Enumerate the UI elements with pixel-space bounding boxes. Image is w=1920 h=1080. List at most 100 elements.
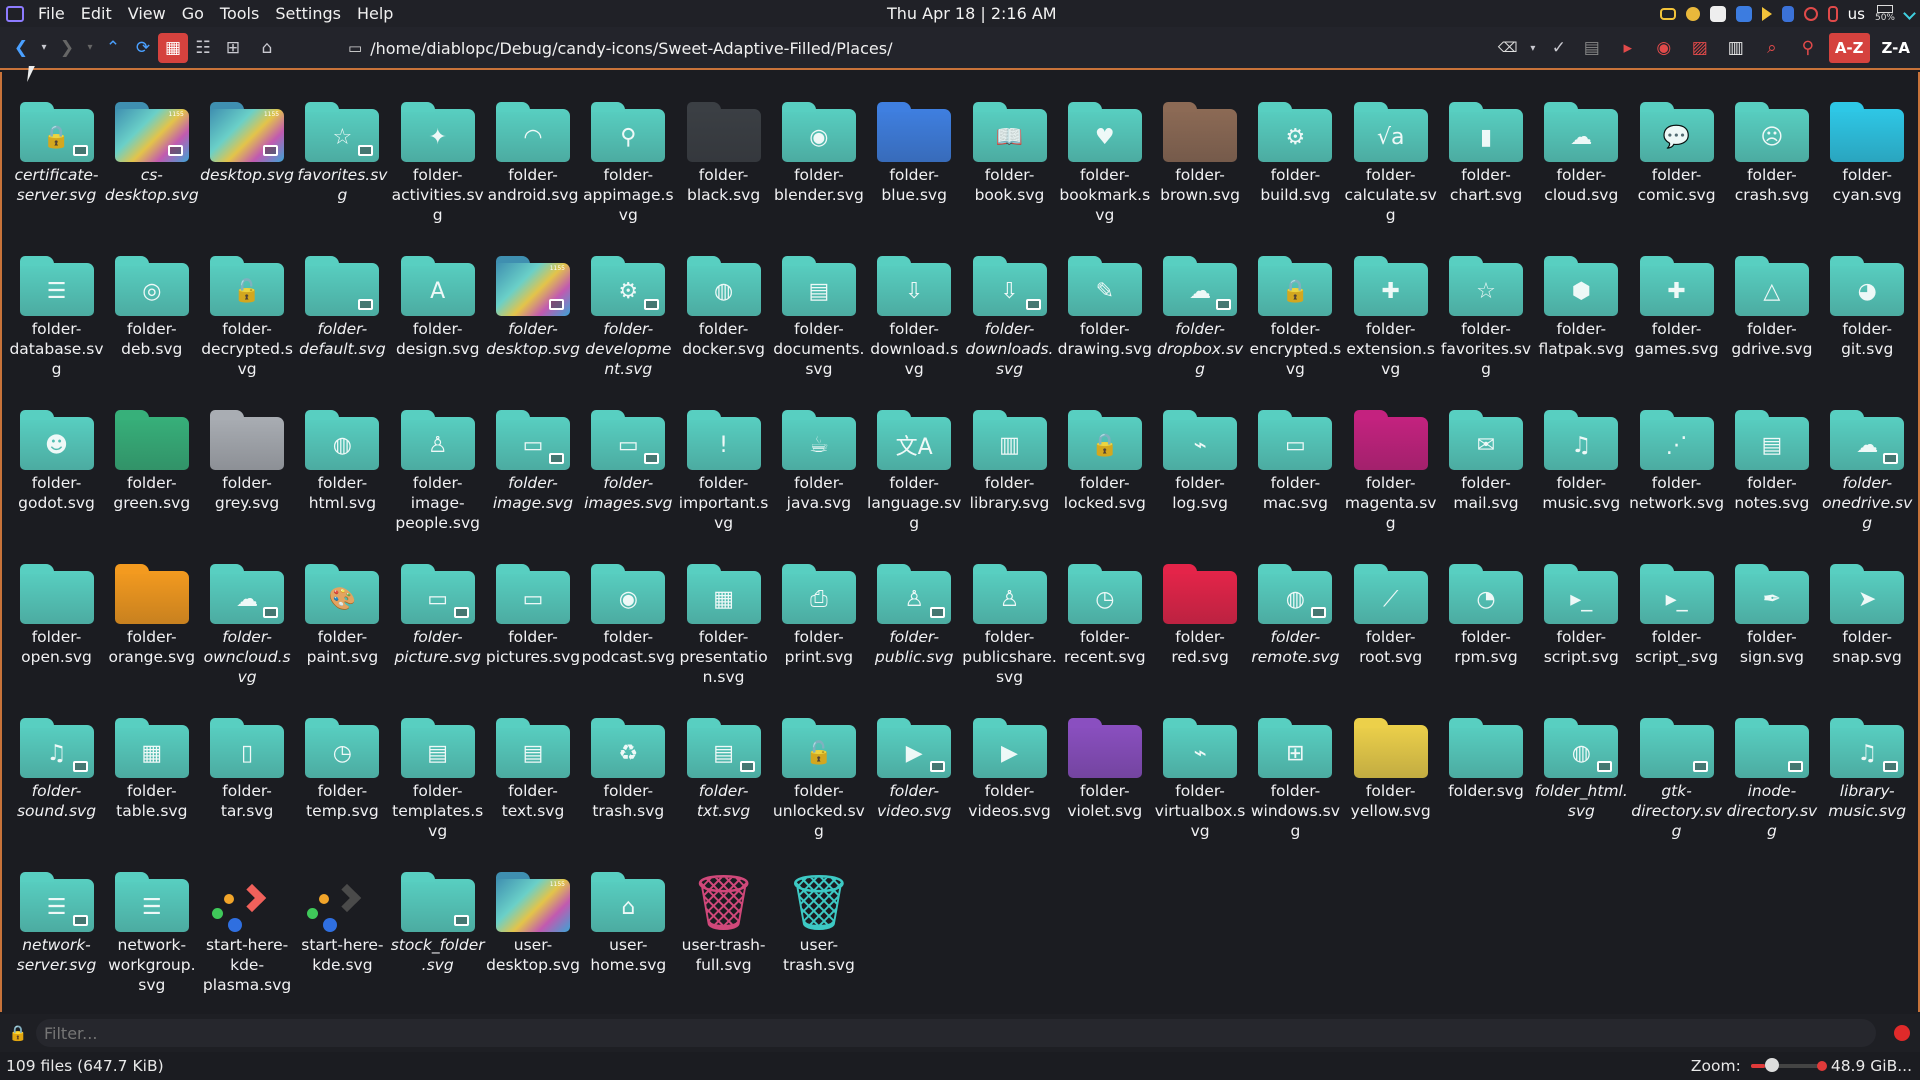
file-item[interactable]: ◍ folder-docker.svg [676, 256, 771, 359]
file-item[interactable]: folder-black.svg [676, 102, 771, 205]
file-item[interactable]: ▶ folder-video.svg [867, 718, 962, 821]
file-item[interactable]: folder-brown.svg [1153, 102, 1248, 205]
menu-file[interactable]: File [30, 0, 73, 27]
file-item[interactable]: stock_folder.svg [390, 872, 485, 975]
file-item[interactable]: 1155 desktop.svg [200, 102, 295, 185]
menu-edit[interactable]: Edit [73, 0, 120, 27]
file-item[interactable]: ☆ folder-favorites.svg [1439, 256, 1534, 379]
file-item[interactable]: 🗑 user-trash.svg [771, 871, 866, 975]
file-item[interactable]: ▮ folder-chart.svg [1439, 102, 1534, 205]
file-item[interactable]: √a folder-calculate.svg [1343, 102, 1438, 225]
location-bar[interactable]: ▭ [348, 29, 1528, 67]
file-item[interactable]: folder-red.svg [1153, 564, 1248, 667]
file-item[interactable]: ◍ folder-html.svg [295, 410, 390, 513]
file-item[interactable]: ♫ library-music.svg [1820, 718, 1915, 821]
display-icon[interactable] [1659, 7, 1676, 20]
file-item[interactable]: 1155 user-desktop.svg [486, 872, 581, 975]
file-item[interactable]: ⚙ folder-build.svg [1248, 102, 1343, 205]
file-item[interactable]: ◠ folder-android.svg [486, 102, 581, 205]
file-item[interactable]: ◍ folder-remote.svg [1248, 564, 1343, 667]
app-launcher-icon[interactable] [0, 0, 30, 27]
file-item[interactable]: folder-default.svg [295, 256, 390, 359]
file-item[interactable]: start-here-kde.svg [295, 872, 390, 975]
file-item[interactable]: ♫ folder-sound.svg [9, 718, 104, 821]
file-item[interactable]: 💬 folder-comic.svg [1629, 102, 1724, 205]
clock[interactable]: Thu Apr 18 | 2:16 AM [887, 0, 1057, 27]
file-item[interactable]: inode-directory.svg [1724, 718, 1819, 841]
file-item[interactable]: ◷ folder-recent.svg [1057, 564, 1152, 667]
file-item[interactable]: 📖 folder-book.svg [962, 102, 1057, 205]
file-item[interactable]: ☁ folder-onedrive.svg [1820, 410, 1915, 533]
file-item[interactable]: ⇩ folder-downloads.svg [962, 256, 1057, 379]
file-item[interactable]: ▯ folder-tar.svg [200, 718, 295, 821]
menu-tools[interactable]: Tools [212, 0, 267, 27]
file-item[interactable]: ♻ folder-trash.svg [581, 718, 676, 821]
file-item[interactable]: 🗑 user-trash-full.svg [676, 871, 771, 975]
file-item[interactable]: ⎙ folder-print.svg [771, 564, 866, 667]
file-item[interactable]: ♙ folder-public.svg [867, 564, 962, 667]
file-item[interactable]: △ folder-gdrive.svg [1724, 256, 1819, 359]
file-item[interactable]: start-here-kde-plasma.svg [200, 872, 295, 995]
menu-help[interactable]: Help [349, 0, 401, 27]
app-blue-icon[interactable] [1735, 5, 1752, 22]
file-item[interactable]: ▭ folder-picture.svg [390, 564, 485, 667]
filter-clear-icon[interactable] [1894, 1025, 1910, 1041]
compact-view-icon[interactable]: ⊞ [218, 33, 248, 63]
menu-go[interactable]: Go [174, 0, 212, 27]
file-item[interactable]: ▭ folder-image.svg [486, 410, 581, 513]
file-item[interactable]: ⇩ folder-download.svg [867, 256, 962, 379]
file-item[interactable]: ▦ folder-table.svg [104, 718, 199, 821]
file-item[interactable]: ☰ network-server.svg [9, 872, 104, 975]
file-item[interactable]: ◉ folder-podcast.svg [581, 564, 676, 667]
file-item[interactable]: ☁ folder-cloud.svg [1534, 102, 1629, 205]
file-item[interactable]: ◔ folder-rpm.svg [1439, 564, 1534, 667]
chevron-down-icon[interactable] [1903, 7, 1916, 20]
menu-settings[interactable]: Settings [267, 0, 349, 27]
file-item[interactable]: ⚲ folder-appimage.svg [581, 102, 676, 225]
go-check-icon[interactable]: ✓ [1547, 33, 1571, 63]
file-item[interactable]: ▤ folder-templates.svg [390, 718, 485, 841]
keyboard-layout[interactable]: us [1848, 5, 1865, 23]
file-item[interactable]: ♙ folder-publicshare.svg [962, 564, 1057, 687]
app-k-icon[interactable] [1709, 5, 1726, 22]
file-item[interactable]: 1155 folder-desktop.svg [486, 256, 581, 359]
file-item[interactable]: ☻ folder-godot.svg [9, 410, 104, 513]
lock-icon[interactable]: 🔒 [0, 1024, 36, 1042]
preview-icon[interactable]: ◉ [1649, 33, 1679, 63]
file-item[interactable]: 🔒 folder-encrypted.svg [1248, 256, 1343, 379]
file-item[interactable]: ⋰ folder-network.svg [1629, 410, 1724, 513]
file-item[interactable]: folder-orange.svg [104, 564, 199, 667]
file-item[interactable]: Afolder-design.svg [390, 256, 485, 359]
file-item[interactable]: ▭ folder-images.svg [581, 410, 676, 513]
file-item[interactable]: ☰ network-workgroup.svg [104, 872, 199, 995]
file-item[interactable]: ▤ folder-txt.svg [676, 718, 771, 821]
file-item[interactable]: ☁ folder-owncloud.svg [200, 564, 295, 687]
volume-icon[interactable] [1761, 6, 1772, 21]
file-item[interactable]: ♥ folder-bookmark.svg [1057, 102, 1152, 225]
find-icon[interactable]: ⌕ [1757, 33, 1787, 63]
file-item[interactable]: ☕ folder-java.svg [771, 410, 866, 513]
battery-red-icon[interactable] [1827, 5, 1838, 22]
file-item[interactable]: gtk-directory.svg [1629, 718, 1724, 841]
forward-history-icon[interactable]: ▾ [82, 33, 98, 63]
file-item[interactable]: ▭ folder-mac.svg [1248, 410, 1343, 513]
detail-view-icon[interactable]: ☷ [188, 33, 218, 63]
file-item[interactable]: 🔒 certificate-server.svg [9, 102, 104, 205]
path-input[interactable] [370, 38, 1471, 58]
home-icon[interactable]: ⌂ [252, 33, 282, 63]
file-item[interactable]: ♙ folder-image-people.svg [390, 410, 485, 533]
file-item[interactable]: ◍ folder_html.svg [1534, 718, 1629, 821]
file-item[interactable]: 🔓 folder-unlocked.svg [771, 718, 866, 841]
sort-za-button[interactable]: Z-A [1876, 33, 1916, 63]
file-item[interactable]: ◷ folder-temp.svg [295, 718, 390, 821]
file-item[interactable]: ☰ folder-database.svg [9, 256, 104, 379]
file-item[interactable]: ✦ folder-activities.svg [390, 102, 485, 225]
file-item[interactable]: folder-cyan.svg [1820, 102, 1915, 205]
file-item[interactable]: 文A folder-language.svg [867, 410, 962, 533]
file-item[interactable]: ⌁ folder-log.svg [1153, 410, 1248, 513]
console-icon[interactable]: ▸ [1613, 33, 1643, 63]
file-item[interactable]: ⬢ folder-flatpak.svg [1534, 256, 1629, 359]
file-item[interactable]: 🎨 folder-paint.svg [295, 564, 390, 667]
file-item[interactable]: folder-blue.svg [867, 102, 962, 205]
file-item[interactable]: ♫ folder-music.svg [1534, 410, 1629, 513]
